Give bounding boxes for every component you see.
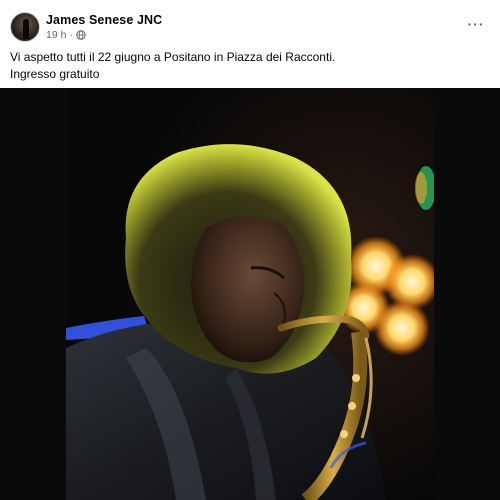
post-caption: Vi aspetto tutti il 22 giugno a Positano…: [10, 49, 480, 83]
caption-line: Vi aspetto tutti il 22 giugno a Positano…: [10, 50, 336, 64]
author-avatar[interactable]: [10, 12, 40, 42]
caption-line: Ingresso gratuito: [10, 67, 100, 81]
meta-separator: ·: [69, 29, 73, 41]
post-header: James Senese JNC 19 h · ···: [0, 0, 500, 44]
post-time[interactable]: 19 h: [46, 29, 66, 41]
post-meta: 19 h ·: [46, 29, 86, 41]
concert-photo[interactable]: [66, 88, 434, 500]
facebook-post: James Senese JNC 19 h · ··· Vi aspetto t…: [0, 0, 500, 500]
more-options-label: ···: [467, 16, 485, 32]
saxophonist-image: [66, 88, 434, 500]
avatar-figure: [23, 19, 29, 39]
post-media[interactable]: [0, 88, 500, 500]
author-name[interactable]: James Senese JNC: [46, 13, 162, 27]
more-options-icon[interactable]: ···: [466, 14, 486, 34]
globe-icon[interactable]: [76, 30, 86, 40]
